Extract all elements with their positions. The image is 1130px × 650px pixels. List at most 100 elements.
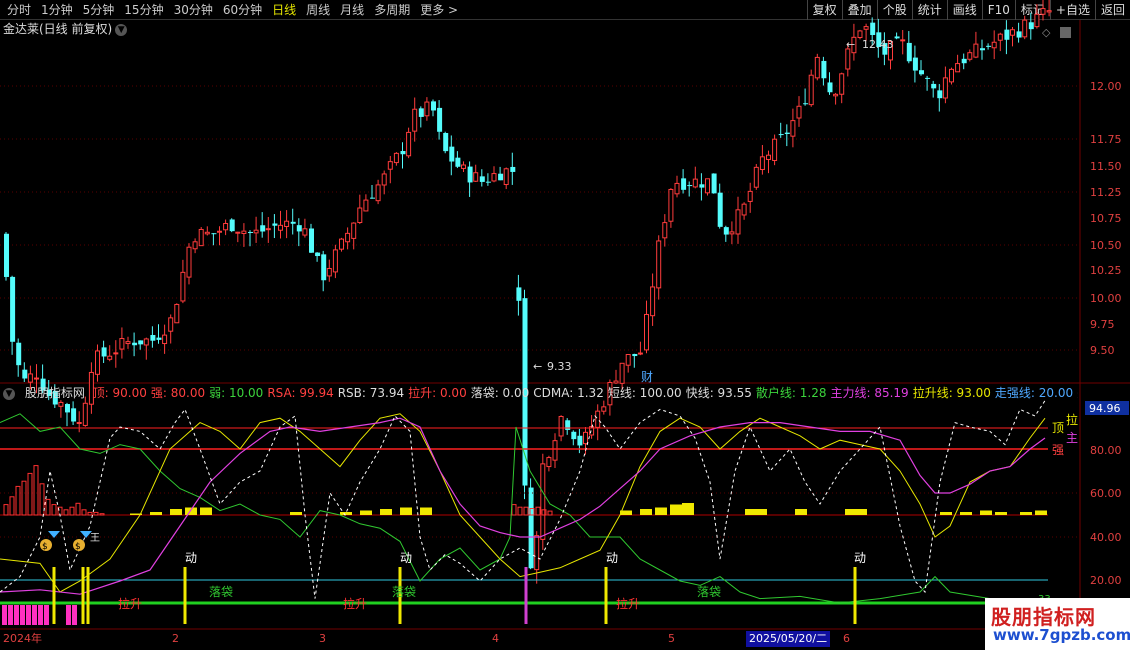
candle-body (95, 350, 100, 375)
candle-body (272, 223, 278, 226)
candle-body (284, 220, 290, 227)
hist-bar (980, 510, 992, 515)
price-tick: 10.75 (1090, 212, 1122, 225)
candle-body (729, 231, 735, 235)
candle-body (961, 58, 967, 64)
price-annotations: ← 12.43 ← 9.33 财 ◇ (533, 26, 1071, 384)
candle-body (16, 342, 22, 366)
candle-body (150, 334, 156, 341)
bag-signal: 落袋 (392, 585, 416, 599)
candle-body (668, 188, 674, 222)
hist-bar (150, 512, 162, 515)
candle-body (1028, 22, 1034, 30)
candle-body (22, 369, 28, 379)
hist-bar (960, 512, 972, 515)
candle-body (498, 173, 504, 181)
date-tick: 3 (319, 632, 326, 645)
hist-bar (15, 485, 21, 516)
candle-body (290, 221, 296, 224)
watermark-url: www.7gpzb.com (993, 626, 1130, 644)
candle-body (711, 173, 717, 194)
candle-body (186, 246, 192, 278)
candle-body (662, 222, 668, 239)
price-grid (0, 85, 1080, 351)
hist-bar (27, 472, 33, 516)
hist-bar (755, 509, 767, 515)
hist-bar (670, 504, 682, 515)
candle-body (949, 68, 954, 83)
ind-tick: 40.00 (1090, 531, 1122, 544)
hist-bar (547, 510, 553, 516)
chevron-down-icon[interactable]: ▼ (3, 387, 15, 400)
candle-body (912, 57, 918, 71)
hist-bar (517, 506, 523, 516)
hist-bar (99, 513, 105, 516)
candle-body (381, 173, 387, 186)
legend-strong: 强 (1052, 443, 1064, 457)
finance-event-marker[interactable]: 财 (641, 370, 653, 384)
candle-body (833, 93, 839, 97)
price-tick: 11.25 (1090, 186, 1122, 199)
diamond-icon[interactable]: ◇ (1042, 26, 1051, 39)
candle-body (400, 150, 406, 155)
hist-bar (200, 507, 212, 515)
candle-body (223, 223, 229, 231)
candle-body (681, 178, 687, 190)
candle-body (747, 190, 753, 202)
candle-body (503, 168, 509, 186)
candle-body (229, 219, 235, 232)
candle-body (76, 422, 82, 425)
candle-body (778, 134, 784, 136)
hist-bar (420, 507, 432, 515)
price-tick: 12.00 (1090, 80, 1122, 93)
candle-body (180, 271, 186, 302)
settings-icon[interactable] (1060, 27, 1071, 38)
indicator-value: 关注低买: 0.0 (1077, 386, 1078, 400)
candle-body (345, 232, 351, 243)
candle-body (107, 355, 113, 360)
indicator-value: CDMA: 1.32 (533, 386, 604, 400)
candle-body (1004, 29, 1010, 40)
move-signal: 动 (606, 551, 618, 565)
ind-tick: 20.00 (1090, 574, 1122, 587)
price-tick: 11.75 (1090, 133, 1122, 146)
candle-body (986, 45, 992, 47)
hist-bar (63, 509, 69, 516)
candle-body (577, 435, 583, 446)
magenta-block (72, 605, 77, 625)
candle-body (674, 182, 680, 195)
candle-body (595, 410, 601, 428)
kline-chart[interactable]: 12.00 11.75 11.50 11.25 10.75 10.50 10.2… (0, 0, 1130, 650)
candle-body (217, 230, 222, 233)
candle-body (326, 267, 332, 277)
candle-body (699, 184, 705, 188)
candle-body (174, 303, 180, 324)
signal-bars (52, 567, 857, 624)
hist-bar (21, 480, 27, 516)
candle-body (863, 26, 869, 30)
hist-bar (855, 509, 867, 515)
date-tick: 5 (668, 632, 675, 645)
magenta-block (32, 605, 37, 625)
price-axis: 12.00 11.75 11.50 11.25 10.75 10.50 10.2… (1090, 80, 1122, 357)
candle-body (796, 105, 802, 119)
indicator-value: 拉升: 0.00 (408, 386, 467, 400)
legend-top: 顶 (1052, 421, 1064, 435)
hist-bar (9, 496, 15, 516)
candle-body (296, 225, 302, 232)
hist-bar (511, 504, 517, 516)
indicator-axis: 94.96 80.00 60.00 40.00 20.00 (1085, 401, 1129, 587)
money-bag-icons: $ $ 王 (40, 531, 100, 552)
gem-icon (48, 531, 60, 538)
candle-body (723, 227, 729, 235)
hist-bar (340, 512, 352, 515)
candle-body (955, 63, 961, 73)
king-label: 王 (90, 533, 100, 544)
candle-body (790, 120, 796, 137)
candle-body (138, 340, 144, 345)
hist-bar (795, 509, 807, 515)
indicator-header: ▼ 股朋指标网 顶: 90.00 强: 80.00 弱: 10.00 RSA: 99.… (0, 384, 1078, 402)
high-marker-arrow: ← (846, 38, 855, 51)
indicator-name[interactable]: 股朋指标网 (25, 386, 85, 400)
hist-bar (400, 507, 412, 515)
